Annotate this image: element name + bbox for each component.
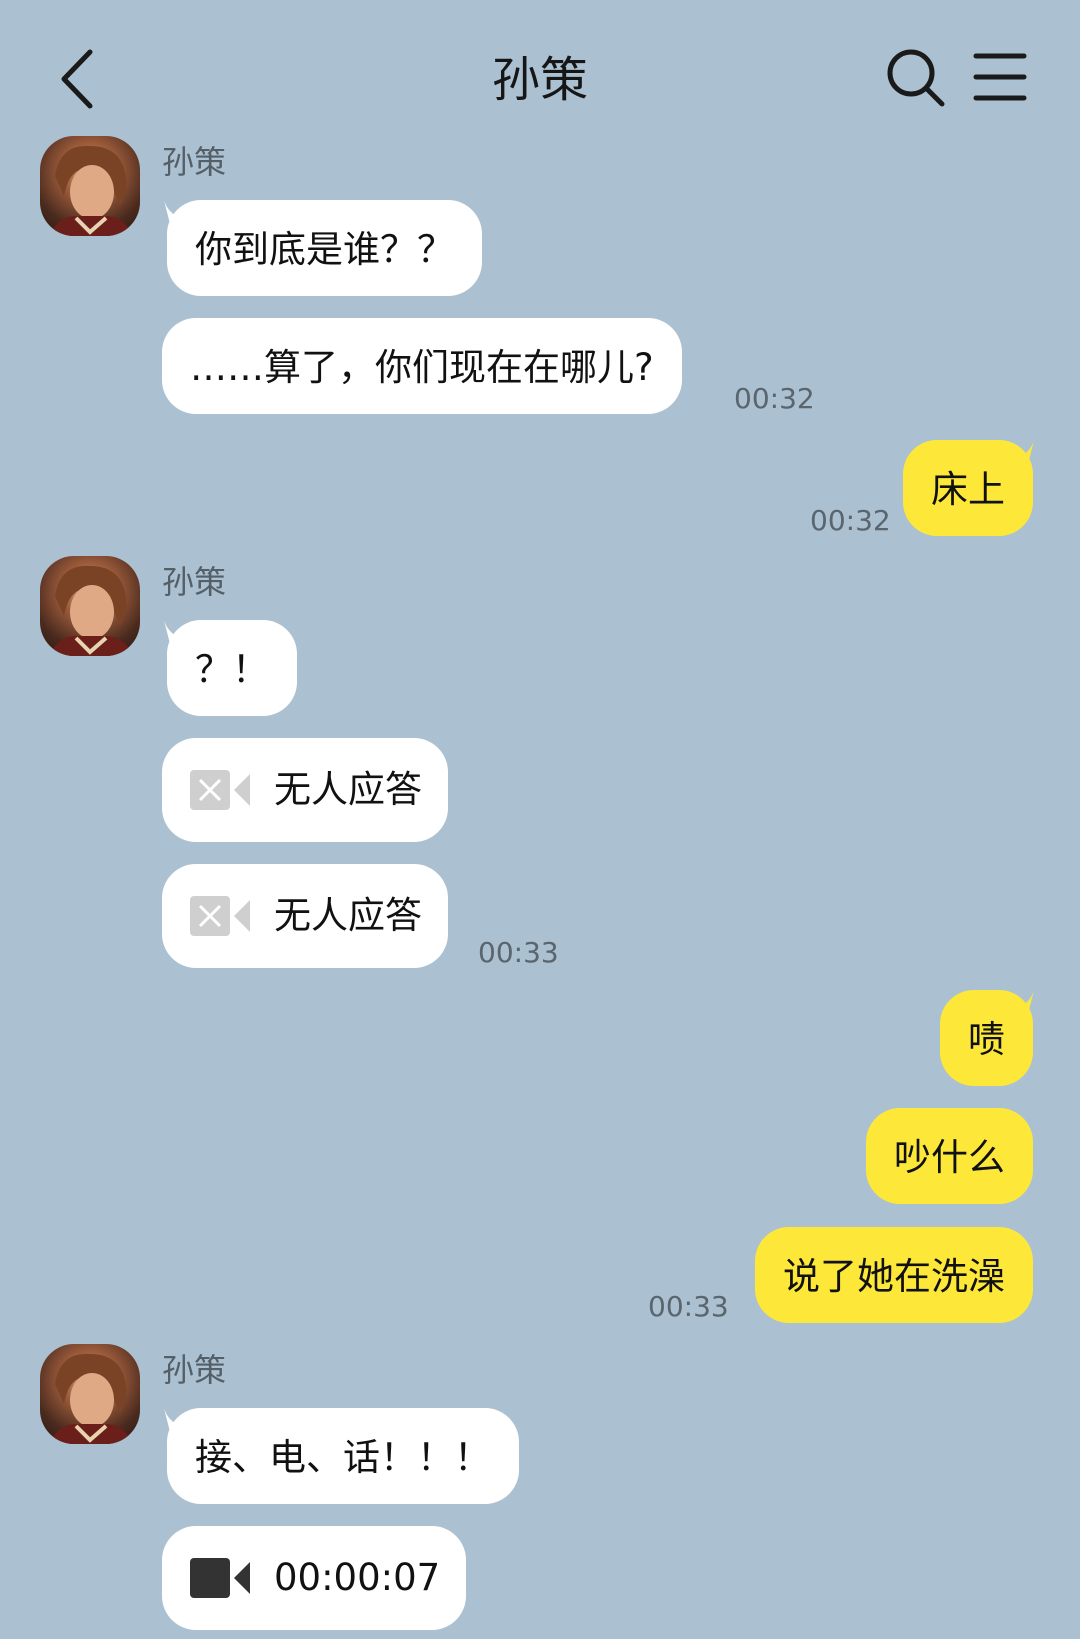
call-bubble-missed[interactable]: 无人应答 [162,738,448,842]
message-time: 00:33 [648,1290,729,1323]
sender-name: 孙策 [162,563,227,601]
message-bubble-outgoing[interactable]: 吵什么 [866,1108,1033,1204]
avatar-portrait-icon [50,1353,132,1444]
message-bubble-incoming[interactable]: ？！ [167,620,297,716]
chat-screen: 孙策 孙策 你到底是谁？？ ……算了，你们现在在哪儿? 00:32 床上 00:… [0,0,1080,1639]
avatar-portrait-icon [50,565,132,656]
video-call-missed-icon [190,770,252,810]
call-bubble[interactable]: 00:00:07 [162,1526,467,1630]
menu-button[interactable] [972,50,1028,106]
call-status-text: 无人应答 [274,894,422,937]
message-bubble-incoming[interactable]: 接、电、话！！！ [167,1408,519,1504]
search-icon [887,49,945,107]
sender-name: 孙策 [162,1351,227,1389]
hamburger-menu-icon [973,53,1027,101]
avatar[interactable] [40,136,140,236]
message-bubble-incoming[interactable]: 你到底是谁？？ [167,200,482,296]
call-bubble-missed[interactable]: 无人应答 [162,864,448,968]
message-bubble-outgoing[interactable]: 说了她在洗澡 [755,1227,1033,1323]
video-call-missed-icon [190,896,252,936]
message-bubble-outgoing[interactable]: 啧 [940,990,1033,1086]
avatar[interactable] [40,1344,140,1444]
message-time: 00:33 [478,936,559,969]
avatar[interactable] [40,556,140,656]
message-bubble-outgoing[interactable]: 床上 [903,440,1033,536]
message-bubble-incoming[interactable]: ……算了，你们现在在哪儿? [162,318,682,414]
avatar-portrait-icon [50,145,132,236]
call-status-text: 无人应答 [274,768,422,811]
sender-name: 孙策 [162,143,227,181]
message-time: 00:32 [810,504,891,537]
message-time: 00:32 [734,382,815,415]
call-duration-text: 00:00:07 [274,1556,441,1599]
chat-header: 孙策 [0,0,1080,140]
video-call-icon [190,1558,252,1598]
search-button[interactable] [884,46,948,110]
